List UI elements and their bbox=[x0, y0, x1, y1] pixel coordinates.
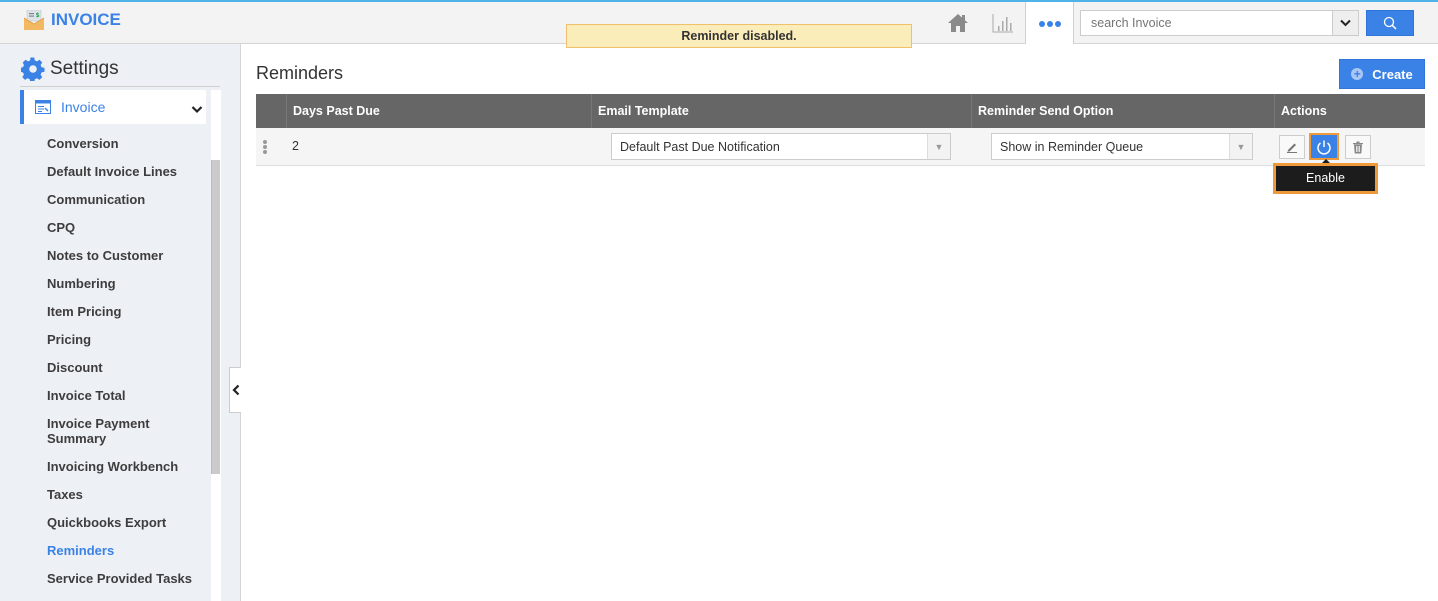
more-icon bbox=[1038, 14, 1062, 32]
search-button[interactable] bbox=[1366, 10, 1414, 36]
invoice-section-icon bbox=[35, 100, 51, 114]
plus-circle-icon: + bbox=[1351, 68, 1364, 80]
column-header-actions: Actions bbox=[1274, 94, 1425, 128]
sidebar-item-invoice-payment-summary[interactable]: Invoice Payment Summary bbox=[47, 416, 157, 446]
search-box bbox=[1080, 10, 1359, 36]
sidebar-item-service-provided-tasks[interactable]: Service Provided Tasks bbox=[47, 571, 207, 586]
send-option-value: Show in Reminder Queue bbox=[1000, 139, 1144, 154]
sidebar-item-cpq[interactable]: CPQ bbox=[47, 220, 207, 235]
sidebar-scrollbar-thumb[interactable] bbox=[211, 160, 220, 474]
sidebar-item-numbering[interactable]: Numbering bbox=[47, 276, 207, 291]
sidebar-item-notes-to-customer[interactable]: Notes to Customer bbox=[47, 248, 207, 263]
sidebar-section-invoice[interactable]: Invoice bbox=[20, 90, 206, 124]
app-title: INVOICE bbox=[51, 10, 121, 29]
column-header-email-template[interactable]: Email Template bbox=[591, 94, 971, 128]
sidebar-menu: Conversion Default Invoice Lines Communi… bbox=[47, 136, 207, 599]
enable-toggle-button[interactable] bbox=[1309, 133, 1339, 160]
days-past-due-value: 2 bbox=[292, 139, 299, 153]
column-header-send-option[interactable]: Reminder Send Option bbox=[971, 94, 1274, 128]
sidebar-item-discount[interactable]: Discount bbox=[47, 360, 207, 375]
status-toast: Reminder disabled. bbox=[566, 24, 912, 48]
chevron-left-icon bbox=[231, 384, 239, 396]
sidebar-item-pricing[interactable]: Pricing bbox=[47, 332, 207, 347]
more-button[interactable] bbox=[1025, 2, 1074, 44]
reminders-table: Days Past Due Email Template Reminder Se… bbox=[256, 94, 1425, 166]
invoice-envelope-icon: $ bbox=[23, 9, 45, 30]
chart-icon bbox=[992, 14, 1013, 33]
sidebar-item-quickbooks-export[interactable]: Quickbooks Export bbox=[47, 515, 207, 530]
page-title: Reminders bbox=[256, 63, 344, 83]
send-option-select[interactable]: Show in Reminder Queue ▼ bbox=[991, 133, 1253, 160]
enable-tooltip: Enable bbox=[1273, 163, 1378, 194]
home-icon bbox=[947, 14, 968, 32]
gear-icon bbox=[21, 57, 45, 81]
app-brand[interactable]: $ INVOICE bbox=[23, 9, 121, 30]
dropdown-arrow-icon: ▼ bbox=[927, 134, 950, 159]
power-icon bbox=[1317, 140, 1331, 155]
collapse-sidebar-button[interactable] bbox=[229, 367, 241, 413]
home-button[interactable] bbox=[935, 2, 980, 44]
delete-button[interactable] bbox=[1345, 135, 1371, 159]
sidebar-item-invoicing-workbench[interactable]: Invoicing Workbench bbox=[47, 459, 207, 474]
chevron-down-icon bbox=[1340, 19, 1351, 27]
settings-header: Settings bbox=[21, 57, 119, 81]
sidebar-item-conversion[interactable]: Conversion bbox=[47, 136, 207, 151]
svg-text:$: $ bbox=[36, 12, 40, 19]
email-template-select[interactable]: Default Past Due Notification ▼ bbox=[611, 133, 951, 160]
pencil-icon bbox=[1287, 143, 1297, 153]
table-row: 2 Default Past Due Notification ▼ Show i… bbox=[256, 128, 1425, 166]
sidebar-item-reminders[interactable]: Reminders bbox=[47, 543, 207, 558]
create-label: Create bbox=[1372, 66, 1413, 82]
sidebar-item-default-invoice-lines[interactable]: Default Invoice Lines bbox=[47, 164, 207, 179]
table-header: Days Past Due Email Template Reminder Se… bbox=[256, 94, 1425, 128]
create-button[interactable]: + Create bbox=[1339, 59, 1425, 89]
search-scope-dropdown[interactable] bbox=[1332, 11, 1358, 35]
divider bbox=[20, 86, 220, 87]
search-icon bbox=[1383, 16, 1397, 30]
trash-icon bbox=[1353, 141, 1363, 153]
chevron-down-icon[interactable] bbox=[191, 101, 203, 119]
reports-button[interactable] bbox=[980, 2, 1025, 44]
sidebar-item-invoice-total[interactable]: Invoice Total bbox=[47, 388, 207, 403]
sidebar-item-item-pricing[interactable]: Item Pricing bbox=[47, 304, 207, 319]
sidebar-item-taxes[interactable]: Taxes bbox=[47, 487, 207, 502]
dropdown-arrow-icon: ▼ bbox=[1229, 134, 1252, 159]
email-template-value: Default Past Due Notification bbox=[620, 139, 780, 154]
column-header-handle bbox=[256, 94, 286, 128]
sidebar-item-communication[interactable]: Communication bbox=[47, 192, 207, 207]
column-header-days-past-due[interactable]: Days Past Due bbox=[286, 94, 591, 128]
search-input[interactable] bbox=[1081, 11, 1332, 35]
sidebar: Settings Invoice Conversion Default Invo… bbox=[0, 44, 241, 601]
edit-button[interactable] bbox=[1279, 135, 1305, 159]
drag-handle-icon[interactable] bbox=[263, 140, 267, 155]
settings-title: Settings bbox=[50, 58, 119, 79]
sidebar-section-label: Invoice bbox=[61, 99, 106, 115]
